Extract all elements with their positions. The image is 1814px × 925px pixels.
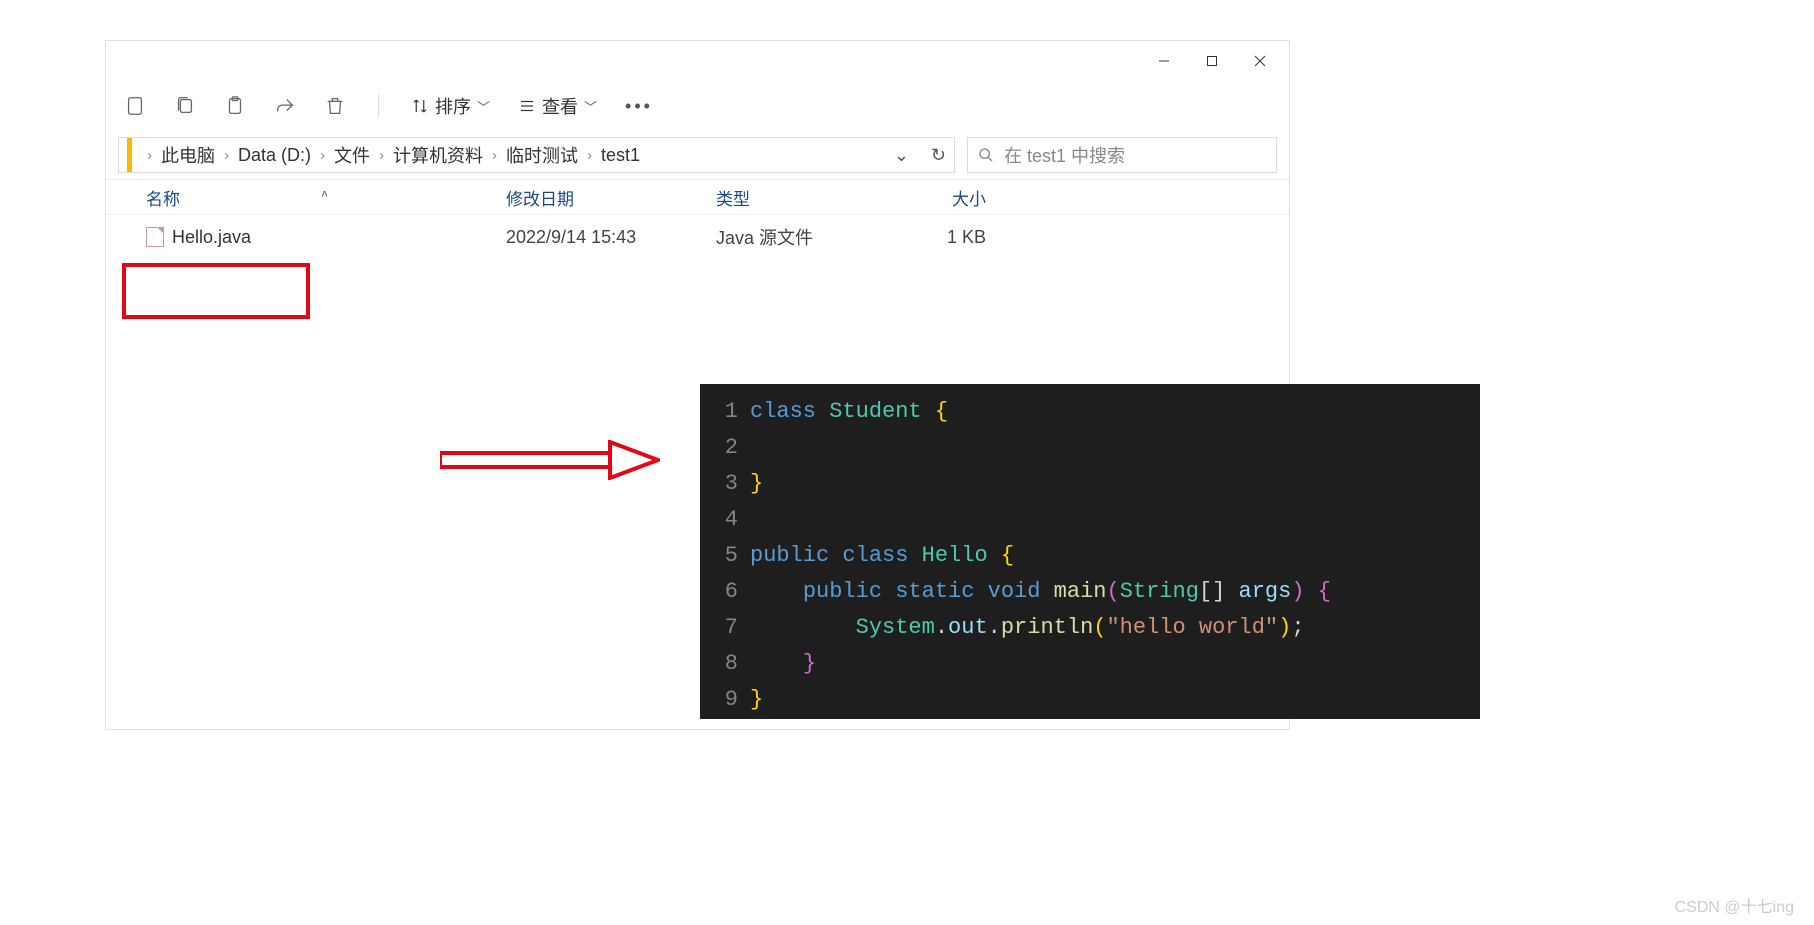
watermark: CSDN @十七ing xyxy=(1675,893,1794,917)
breadcrumb-sep: › xyxy=(147,147,152,164)
annotation-arrow xyxy=(440,440,660,480)
file-type: Java 源文件 xyxy=(716,224,886,250)
toolbar: 排序 ﹀ 查看 ﹀ ••• xyxy=(106,81,1289,131)
view-button[interactable]: 查看 ﹀ xyxy=(518,93,597,119)
breadcrumb-item[interactable]: 文件 xyxy=(334,142,370,168)
column-size[interactable]: 大小 xyxy=(886,185,1006,210)
refresh-icon[interactable]: ↻ xyxy=(931,145,946,166)
chevron-down-icon: ﹀ xyxy=(584,97,597,116)
code-editor: 1 2 3 4 5 6 7 8 9 class Student { } publ… xyxy=(700,384,1480,719)
more-button[interactable]: ••• xyxy=(625,96,653,117)
annotation-highlight xyxy=(122,263,310,319)
breadcrumb-sep: › xyxy=(320,147,325,164)
breadcrumb-sep: › xyxy=(492,147,497,164)
maximize-button[interactable] xyxy=(1189,45,1235,77)
sort-indicator: ˄ xyxy=(321,187,328,201)
title-bar xyxy=(106,41,1289,81)
paste-icon[interactable] xyxy=(224,95,246,117)
breadcrumb-sep: › xyxy=(587,147,592,164)
breadcrumb-sep: › xyxy=(379,147,384,164)
file-name: Hello.java xyxy=(172,227,251,248)
breadcrumb-item[interactable]: test1 xyxy=(601,145,640,166)
java-file-icon xyxy=(146,227,164,247)
sort-label: 排序 xyxy=(435,93,471,119)
column-date[interactable]: 修改日期 xyxy=(506,185,716,210)
code-content[interactable]: class Student { } public class Hello { p… xyxy=(750,384,1480,719)
line-numbers: 1 2 3 4 5 6 7 8 9 xyxy=(700,384,750,719)
search-icon xyxy=(978,147,994,163)
view-label: 查看 xyxy=(542,93,578,119)
close-button[interactable] xyxy=(1237,45,1283,77)
breadcrumb-item[interactable]: 此电脑 xyxy=(161,142,215,168)
drive-indicator xyxy=(127,138,132,172)
search-input[interactable]: 在 test1 中搜索 xyxy=(967,137,1277,173)
separator xyxy=(378,94,379,118)
column-header-row: ˄ 名称 修改日期 类型 大小 xyxy=(106,179,1289,215)
breadcrumb-item[interactable]: Data (D:) xyxy=(238,145,311,166)
file-size: 1 KB xyxy=(886,227,1006,248)
file-row[interactable]: Hello.java 2022/9/14 15:43 Java 源文件 1 KB xyxy=(106,215,1289,259)
share-icon[interactable] xyxy=(274,95,296,117)
copy-icon[interactable] xyxy=(174,95,196,117)
breadcrumb-item[interactable]: 计算机资料 xyxy=(393,142,483,168)
column-type[interactable]: 类型 xyxy=(716,185,886,210)
breadcrumb-sep: › xyxy=(224,147,229,164)
file-date: 2022/9/14 15:43 xyxy=(506,227,716,248)
minimize-button[interactable] xyxy=(1141,45,1187,77)
breadcrumb-item[interactable]: 临时测试 xyxy=(506,142,578,168)
address-bar-row: › 此电脑 › Data (D:) › 文件 › 计算机资料 › 临时测试 › … xyxy=(106,131,1289,179)
delete-icon[interactable] xyxy=(324,95,346,117)
chevron-down-icon: ﹀ xyxy=(477,97,490,116)
sort-button[interactable]: 排序 ﹀ xyxy=(411,93,490,119)
search-placeholder: 在 test1 中搜索 xyxy=(1004,142,1125,168)
chevron-down-icon[interactable]: ⌄ xyxy=(894,145,909,166)
breadcrumb[interactable]: › 此电脑 › Data (D:) › 文件 › 计算机资料 › 临时测试 › … xyxy=(118,137,955,173)
new-icon[interactable] xyxy=(124,95,146,117)
